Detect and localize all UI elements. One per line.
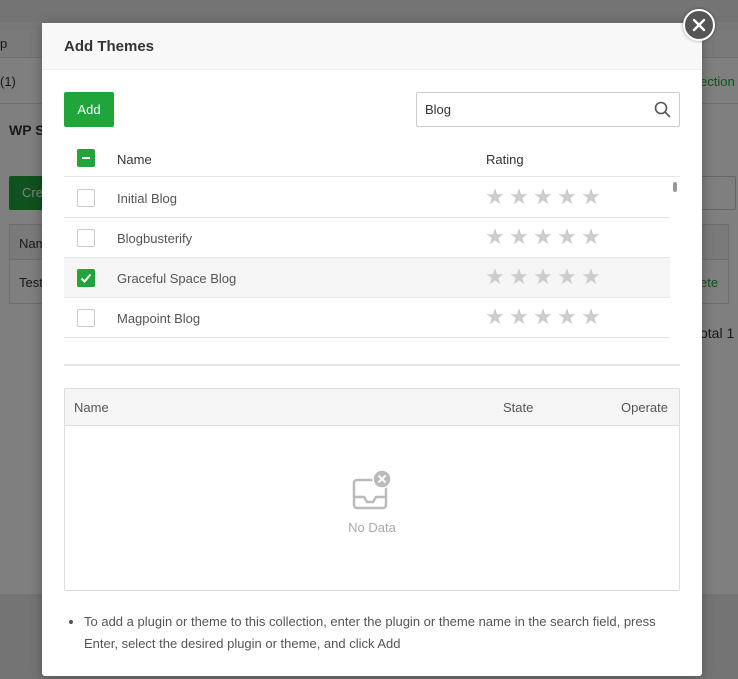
empty-inbox-icon: [352, 469, 392, 510]
star-icon: ★: [581, 264, 601, 289]
star-icon: ★: [509, 304, 529, 329]
star-icon: ★: [557, 304, 577, 329]
star-icon: ★: [533, 224, 553, 249]
empty-state: No Data: [65, 469, 679, 535]
column-header-name: Name: [74, 400, 109, 415]
scrollbar[interactable]: [670, 178, 680, 338]
rating-stars: ★ ★ ★ ★ ★: [484, 226, 602, 248]
tips-list: To add a plugin or theme to this collect…: [64, 611, 680, 655]
themes-table-header: Name Rating: [64, 140, 680, 177]
theme-row[interactable]: Graceful Space Blog ★ ★ ★ ★ ★: [64, 258, 670, 298]
star-icon: ★: [533, 184, 553, 209]
theme-row[interactable]: Initial Blog ★ ★ ★ ★ ★: [64, 178, 670, 218]
star-icon: ★: [485, 184, 505, 209]
column-header-operate: Operate: [621, 400, 668, 415]
theme-name: Magpoint Blog: [117, 311, 201, 326]
theme-name: Graceful Space Blog: [117, 271, 237, 286]
star-icon: ★: [557, 184, 577, 209]
theme-name: Initial Blog: [117, 191, 177, 206]
empty-text: No Data: [348, 520, 396, 535]
scrollbar-thumb[interactable]: [673, 182, 677, 192]
theme-checkbox[interactable]: [77, 229, 95, 247]
dialog-title: Add Themes: [64, 37, 155, 55]
star-icon: ★: [509, 224, 529, 249]
theme-row[interactable]: Magpoint Blog ★ ★ ★ ★ ★: [64, 298, 670, 338]
help-tips: To add a plugin or theme to this collect…: [64, 611, 680, 655]
star-icon: ★: [533, 304, 553, 329]
theme-checkbox[interactable]: [77, 269, 95, 287]
star-icon: ★: [533, 264, 553, 289]
toolbar: Add: [64, 92, 680, 128]
theme-checkbox[interactable]: [77, 189, 95, 207]
search-icon[interactable]: [654, 101, 671, 118]
section-divider: [64, 364, 680, 366]
column-header-state: State: [503, 400, 534, 415]
column-header-name: Name: [117, 152, 152, 167]
rating-stars: ★ ★ ★ ★ ★: [484, 306, 602, 328]
add-button[interactable]: Add: [64, 92, 114, 127]
star-icon: ★: [485, 224, 505, 249]
add-themes-dialog: Add Themes Add Name Rating Initial Blog ★…: [42, 23, 702, 676]
star-icon: ★: [509, 264, 529, 289]
checkmark-icon: [80, 273, 92, 283]
close-icon: [692, 18, 706, 32]
star-icon: ★: [485, 304, 505, 329]
theme-row[interactable]: Blogbusterify ★ ★ ★ ★ ★: [64, 218, 670, 258]
star-icon: ★: [485, 264, 505, 289]
indeterminate-icon: [82, 157, 90, 159]
select-all-checkbox[interactable]: [77, 149, 95, 167]
search-box: [416, 92, 680, 127]
star-icon: ★: [581, 304, 601, 329]
selected-table-header: Name State Operate: [65, 389, 679, 426]
rating-stars: ★ ★ ★ ★ ★: [484, 186, 602, 208]
themes-table: Name Rating Initial Blog ★ ★ ★ ★ ★ Blogbusteri…: [64, 140, 680, 338]
theme-name: Blogbusterify: [117, 231, 193, 246]
star-icon: ★: [557, 264, 577, 289]
star-icon: ★: [581, 184, 601, 209]
search-input[interactable]: [417, 93, 647, 126]
tip-item: To add a plugin or theme to this collect…: [84, 611, 680, 655]
dialog-header: Add Themes: [42, 23, 702, 70]
star-icon: ★: [509, 184, 529, 209]
close-button[interactable]: [683, 9, 715, 41]
column-header-rating: Rating: [486, 152, 524, 167]
star-icon: ★: [581, 224, 601, 249]
rating-stars: ★ ★ ★ ★ ★: [484, 266, 602, 288]
star-icon: ★: [557, 224, 577, 249]
theme-checkbox[interactable]: [77, 309, 95, 327]
selected-themes-table: Name State Operate No Data: [64, 388, 680, 591]
